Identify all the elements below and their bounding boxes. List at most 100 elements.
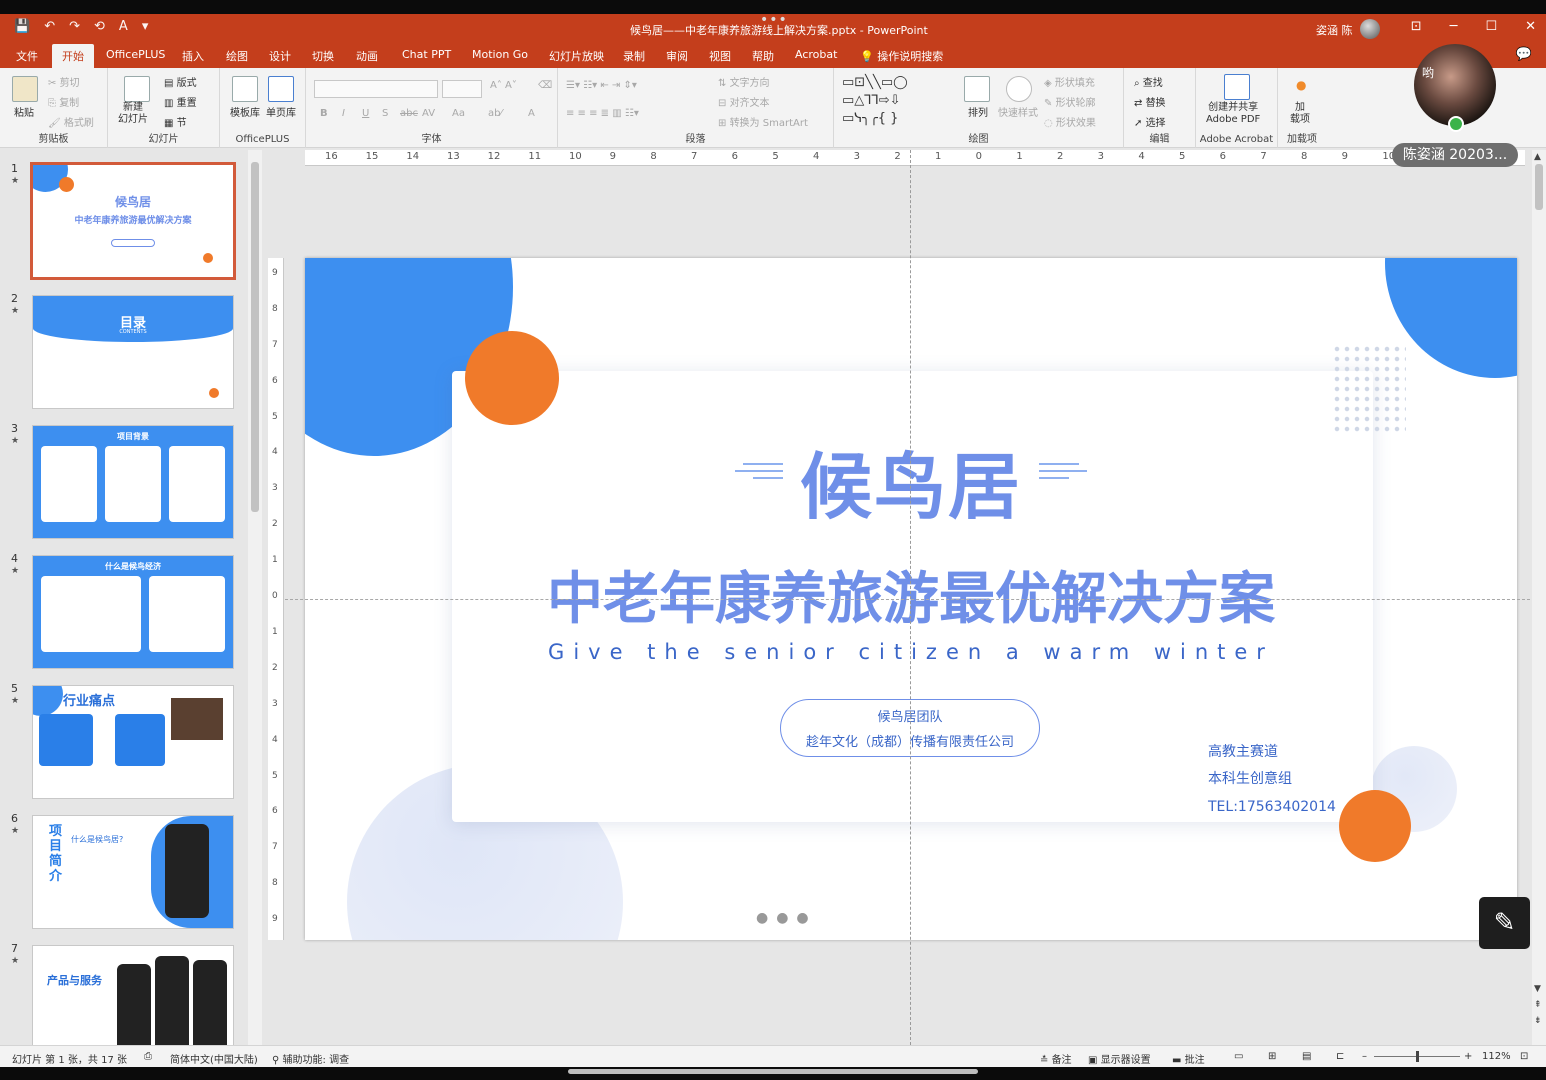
- addin-icon[interactable]: ●: [1296, 78, 1306, 92]
- addins-button[interactable]: 加 载项: [1290, 102, 1310, 126]
- tab-acrobat[interactable]: Acrobat: [795, 48, 837, 61]
- arrange-icon[interactable]: [964, 76, 990, 102]
- display-settings-button[interactable]: ▣ 显示器设置: [1088, 1051, 1151, 1066]
- thumbnail-slide-4[interactable]: 什么是候鸟经济: [33, 556, 233, 668]
- tab-design[interactable]: 设计: [269, 48, 291, 64]
- change-case-button[interactable]: Aa: [452, 108, 465, 119]
- scroll-thumb[interactable]: [1535, 164, 1543, 210]
- close-button[interactable]: ✕: [1525, 19, 1536, 34]
- bullets-icon[interactable]: ☰▾ ☷▾ ⇤ ⇥ ⇕▾: [566, 80, 637, 91]
- account-avatar[interactable]: [1360, 19, 1380, 39]
- save-icon[interactable]: 💾: [14, 19, 30, 34]
- tab-chat-ppt[interactable]: Chat PPT: [402, 48, 451, 61]
- tab-motion-go[interactable]: Motion Go: [472, 48, 528, 61]
- align-icons[interactable]: ≡ ≡ ≡ ≣ ▥ ☷▾: [566, 108, 639, 119]
- tab-animations[interactable]: 动画: [356, 48, 378, 64]
- accessibility-status[interactable]: ⚲ 辅助功能: 调查: [272, 1051, 349, 1066]
- zoom-in-icon[interactable]: +: [1464, 1051, 1472, 1062]
- scroll-down-icon[interactable]: ▼: [1534, 984, 1541, 994]
- tel-label[interactable]: TEL:17563402014: [1208, 799, 1336, 815]
- font-family-select[interactable]: [314, 80, 438, 98]
- new-slide-button[interactable]: 新建 幻灯片: [118, 102, 148, 126]
- pdf-share-icon[interactable]: [1224, 74, 1250, 100]
- zoom-level[interactable]: 112%: [1482, 1051, 1511, 1062]
- thumbnail-slide-7[interactable]: 产品与服务: [33, 946, 233, 1045]
- replace-button[interactable]: ⇄ 替换: [1134, 94, 1166, 109]
- font-color-icon[interactable]: A: [119, 19, 128, 34]
- select-button[interactable]: ➚ 选择: [1134, 114, 1166, 129]
- section-button[interactable]: ▦ 节: [164, 114, 187, 129]
- thumbnail-slide-6[interactable]: 项目简介 什么是候鸟居?: [33, 816, 233, 928]
- template-library-button[interactable]: 模板库: [230, 104, 260, 119]
- clear-format-icon[interactable]: ⌫: [538, 80, 552, 91]
- find-button[interactable]: ⌕ 查找: [1134, 74, 1163, 89]
- zoom-slider[interactable]: [1374, 1051, 1460, 1062]
- thumbnail-slide-5[interactable]: 行业痛点: [33, 686, 233, 798]
- font-color-button[interactable]: A: [528, 108, 535, 119]
- scroll-up-icon[interactable]: ▲: [1534, 152, 1541, 162]
- account-name[interactable]: 姿涵 陈: [1316, 22, 1353, 38]
- text-direction-button[interactable]: ⇅ 文字方向: [718, 74, 770, 89]
- video-call-bubble[interactable]: 哟: [1414, 44, 1496, 126]
- tab-slideshow[interactable]: 幻灯片放映: [549, 48, 604, 64]
- zoom-out-icon[interactable]: –: [1362, 1051, 1367, 1062]
- slide-english-tagline[interactable]: Give the senior citizen a warm winter: [305, 640, 1517, 664]
- quick-styles-button[interactable]: 快速样式: [998, 104, 1038, 119]
- smartart-button[interactable]: ⊞ 转换为 SmartArt: [718, 114, 808, 129]
- tab-review[interactable]: 审阅: [666, 48, 688, 64]
- arrange-button[interactable]: 排列: [968, 104, 988, 119]
- shape-effects-button[interactable]: ◌ 形状效果: [1044, 114, 1096, 129]
- bold-button[interactable]: B: [320, 108, 328, 119]
- single-page-library-icon[interactable]: [268, 76, 294, 102]
- tab-insert[interactable]: 插入: [182, 48, 204, 64]
- slide-subtitle[interactable]: 中老年康养旅游最优解决方案: [305, 554, 1517, 635]
- track-label[interactable]: 高教主赛道: [1208, 741, 1278, 761]
- undo-icon[interactable]: ↶: [44, 19, 55, 34]
- zoom-slider-handle[interactable]: [1416, 1051, 1419, 1062]
- language-status[interactable]: 简体中文(中国大陆): [170, 1051, 258, 1066]
- redo-icon[interactable]: ↷: [69, 19, 80, 34]
- slide-sorter-icon[interactable]: ⊞: [1268, 1051, 1276, 1062]
- copy-button[interactable]: ⎘ 复制: [48, 94, 79, 109]
- edit-float-icon[interactable]: ✎: [1479, 897, 1530, 949]
- slide-title[interactable]: 候鸟居: [305, 428, 1517, 533]
- strikethrough-button[interactable]: abc: [400, 108, 418, 119]
- maximize-button[interactable]: ☐: [1485, 19, 1497, 34]
- template-library-icon[interactable]: [232, 76, 258, 102]
- customize-qat-icon[interactable]: ▾: [142, 19, 149, 34]
- create-pdf-button[interactable]: 创建并共享 Adobe PDF: [1206, 102, 1260, 126]
- align-text-button[interactable]: ⊟ 对齐文本: [718, 94, 770, 109]
- paste-icon[interactable]: [12, 76, 38, 102]
- thumbnail-slide-2[interactable]: 目录 CONTENTS: [33, 296, 233, 408]
- shadow-button[interactable]: S: [382, 108, 388, 119]
- tab-transitions[interactable]: 切换: [312, 48, 334, 64]
- comment-icon[interactable]: 💬: [1516, 47, 1532, 62]
- format-painter-button[interactable]: 🖌 格式刷: [48, 114, 94, 129]
- tab-view[interactable]: 视图: [709, 48, 731, 64]
- tab-file[interactable]: 文件: [16, 48, 38, 64]
- normal-view-icon[interactable]: ▭: [1234, 1051, 1243, 1062]
- group-label[interactable]: 本科生创意组: [1208, 768, 1292, 788]
- spellcheck-icon[interactable]: ⎙: [144, 1051, 152, 1062]
- font-size-select[interactable]: [442, 80, 482, 98]
- fit-slide-icon[interactable]: ⊡: [1520, 1051, 1528, 1062]
- cut-button[interactable]: ✂ 剪切: [48, 74, 80, 89]
- paste-button[interactable]: 粘贴: [14, 104, 34, 119]
- tab-home[interactable]: 开始: [52, 44, 94, 68]
- quick-styles-icon[interactable]: [1006, 76, 1032, 102]
- layout-button[interactable]: ▤ 版式: [164, 74, 197, 89]
- shapes-gallery[interactable]: ▭⊡╲╲▭◯ ▭△⅂⅂⇨⇩ ▭ᓭ╮╭{ }: [842, 74, 908, 128]
- repeat-icon[interactable]: ⟲: [94, 19, 105, 34]
- scroll-thumb[interactable]: [251, 162, 259, 512]
- tab-draw[interactable]: 绘图: [226, 48, 248, 64]
- slideshow-icon[interactable]: ⊏: [1336, 1051, 1344, 1062]
- thumbnail-slide-3[interactable]: 项目背景: [33, 426, 233, 538]
- highlight-icon[interactable]: ab⁄: [488, 108, 502, 119]
- tell-me-search[interactable]: 💡 操作说明搜索: [860, 48, 943, 64]
- horizontal-guide[interactable]: [285, 599, 1530, 600]
- ribbon-display-icon[interactable]: ⊡: [1411, 19, 1422, 34]
- vertical-guide[interactable]: [910, 150, 911, 1045]
- shape-outline-button[interactable]: ✎ 形状轮廓: [1044, 94, 1096, 109]
- comments-button[interactable]: ▬ 批注: [1172, 1051, 1205, 1066]
- single-page-library-button[interactable]: 单页库: [266, 104, 296, 119]
